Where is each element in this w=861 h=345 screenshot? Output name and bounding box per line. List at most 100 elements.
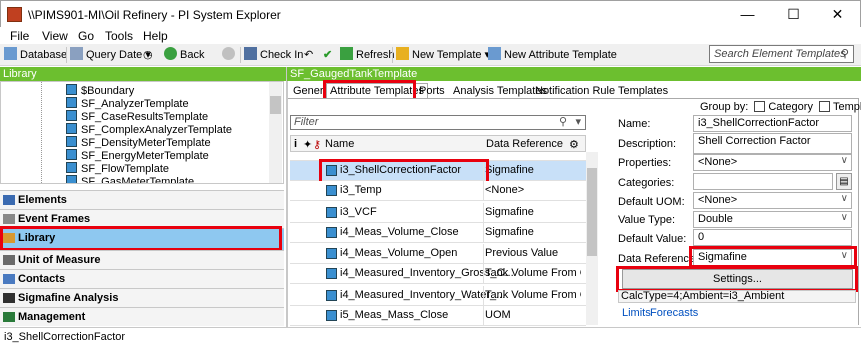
categories-picker-icon[interactable]: ▤	[836, 173, 852, 190]
attribute-icon	[326, 290, 337, 301]
name-field[interactable]: i3_ShellCorrectionFactor	[693, 115, 852, 132]
attribute-icon	[326, 227, 337, 238]
key-icon[interactable]: ⚷	[313, 138, 321, 151]
nav-management[interactable]: Management	[0, 307, 284, 326]
elements-icon	[3, 195, 15, 205]
attribute-icon	[326, 310, 337, 321]
pin-icon[interactable]: ✦	[303, 138, 312, 151]
default-value-field[interactable]: 0	[693, 229, 852, 246]
column-divider	[483, 181, 484, 201]
nav-library[interactable]: Library	[0, 228, 284, 250]
toolbar-separator	[240, 47, 241, 63]
category-checkbox[interactable]	[754, 101, 766, 112]
minimize-button[interactable]: —	[725, 1, 770, 28]
tree-item[interactable]: SF_GasMeterTemplate	[66, 175, 194, 183]
template-icon	[66, 123, 77, 134]
default-uom-dropdown[interactable]: <None>	[693, 192, 852, 209]
template-icon	[66, 136, 77, 147]
table-row[interactable]: i5_Meas_Mass_Close UOM	[290, 306, 586, 326]
nav-unit-of-measure[interactable]: Unit of Measure	[0, 250, 284, 269]
contacts-icon	[3, 274, 15, 284]
categories-field[interactable]	[693, 173, 833, 190]
search-icon[interactable]: ⚲	[841, 47, 849, 60]
menu-tools[interactable]: Tools	[105, 29, 133, 43]
table-row[interactable]: i4_Measured_Inventory_Water_... Tank Volu…	[290, 286, 586, 306]
search-input[interactable]: Search Element Templates ⚲	[709, 45, 854, 63]
table-row[interactable]: i3_ShellCorrectionFactor Sigmafine	[290, 161, 586, 181]
template-tree: $Boundary SF_AnalyzerTemplate SF_CaseRes…	[0, 81, 284, 184]
tree-item[interactable]: SF_DensityMeterTemplate	[66, 136, 211, 149]
nav-contacts[interactable]: Contacts	[0, 269, 284, 288]
menu-view[interactable]: View	[42, 29, 68, 43]
table-row[interactable]: i3_VCF Sigmafine	[290, 203, 586, 223]
nav-elements[interactable]: Elements	[0, 190, 284, 209]
new-attribute-template-button[interactable]: New Attribute Template	[488, 47, 617, 63]
app-icon	[7, 7, 22, 22]
back-button[interactable]: Back	[164, 47, 204, 63]
check-in-button[interactable]: Check In	[244, 47, 303, 63]
value-type-dropdown[interactable]: Double	[693, 211, 852, 228]
clock-icon[interactable]: ◷	[143, 47, 153, 63]
nav-sigmafine-analysis[interactable]: Sigmafine Analysis	[0, 288, 284, 307]
query-date-button[interactable]: Query Date ▾	[70, 47, 151, 63]
column-divider	[483, 223, 484, 243]
tree-item[interactable]: SF_FlowTemplate	[66, 162, 169, 175]
tree-item[interactable]: SF_ComplexAnalyzerTemplate	[66, 123, 232, 136]
grid-scroll-thumb[interactable]	[587, 168, 597, 256]
menu-file[interactable]: File	[10, 29, 29, 43]
info-icon[interactable]: i	[294, 138, 297, 150]
tab-attribute-templates[interactable]: Attribute Templates	[326, 83, 428, 99]
value-type-label: Value Type:	[618, 214, 676, 226]
nav-event-frames[interactable]: Event Frames	[0, 209, 284, 228]
table-row[interactable]: i3_Temp <None>	[290, 181, 586, 201]
template-label: Template	[832, 101, 861, 113]
template-icon	[66, 175, 77, 183]
forecasts-link[interactable]: Forecasts	[650, 307, 698, 319]
properties-dropdown[interactable]: <None>	[693, 154, 852, 171]
new-template-button[interactable]: New Template ▾	[396, 47, 490, 63]
forward-button[interactable]	[222, 47, 238, 63]
tree-scroll-thumb[interactable]	[270, 96, 281, 114]
template-header: SF_GaugedTankTemplate	[287, 67, 861, 81]
category-label: Category	[768, 101, 813, 113]
forward-arrow-icon	[222, 47, 235, 60]
grid-header: i ✦ ⚷ Name Data Reference ⚙	[290, 135, 586, 152]
maximize-button[interactable]: ☐	[771, 1, 816, 28]
limits-link[interactable]: Limits	[622, 307, 651, 319]
table-row[interactable]: i4_Measured_Inventory_Gross_C... Tank Vol…	[290, 264, 586, 284]
column-header-name[interactable]: Name	[325, 138, 354, 150]
filter-input[interactable]: Filter ⚲ ▾	[290, 115, 586, 130]
tree-item[interactable]: SF_AnalyzerTemplate	[66, 97, 189, 110]
close-button[interactable]: ✕	[815, 1, 860, 28]
settings-gear-icon[interactable]: ⚙	[569, 138, 579, 151]
search-icon[interactable]: ⚲	[559, 116, 567, 129]
data-reference-dropdown[interactable]: Sigmafine	[693, 249, 852, 266]
table-row[interactable]: i4_Meas_Volume_Close Sigmafine	[290, 223, 586, 243]
library-header: Library	[0, 67, 286, 81]
default-uom-label: Default UOM:	[618, 196, 685, 208]
sigmafine-icon	[3, 293, 15, 303]
tab-notification-rule-templates[interactable]: Notification Rule Templates	[531, 83, 672, 99]
dropdown-icon[interactable]: ▾	[575, 116, 581, 129]
table-row[interactable]: i4_Meas_Volume_Open Previous Value	[290, 244, 586, 264]
column-header-data-reference[interactable]: Data Reference	[486, 138, 563, 150]
column-divider	[483, 161, 484, 181]
refresh-button[interactable]: Refresh	[340, 47, 395, 63]
checkmark-icon[interactable]: ✔	[323, 47, 332, 63]
tree-item[interactable]: SF_EnergyMeterTemplate	[66, 149, 209, 162]
settings-button[interactable]: Settings...	[622, 269, 853, 289]
tree-item[interactable]: $Boundary	[66, 84, 134, 97]
menu-go[interactable]: Go	[78, 29, 94, 43]
tree-item[interactable]: SF_CaseResultsTemplate	[66, 110, 208, 123]
tab-ports[interactable]: Ports	[415, 83, 449, 99]
management-icon	[3, 312, 15, 322]
refresh-icon	[340, 47, 353, 60]
description-field[interactable]: Shell Correction Factor	[693, 133, 852, 154]
undo-icon[interactable]: ↶	[304, 47, 313, 63]
tree-connector	[41, 82, 42, 183]
template-checkbox[interactable]	[818, 101, 830, 112]
data-reference-label: Data Reference:	[618, 253, 699, 265]
menu-help[interactable]: Help	[143, 29, 168, 43]
config-string-field[interactable]: CalcType=4;Ambient=i3_Ambient	[618, 290, 856, 303]
database-button[interactable]: Database	[4, 47, 67, 63]
